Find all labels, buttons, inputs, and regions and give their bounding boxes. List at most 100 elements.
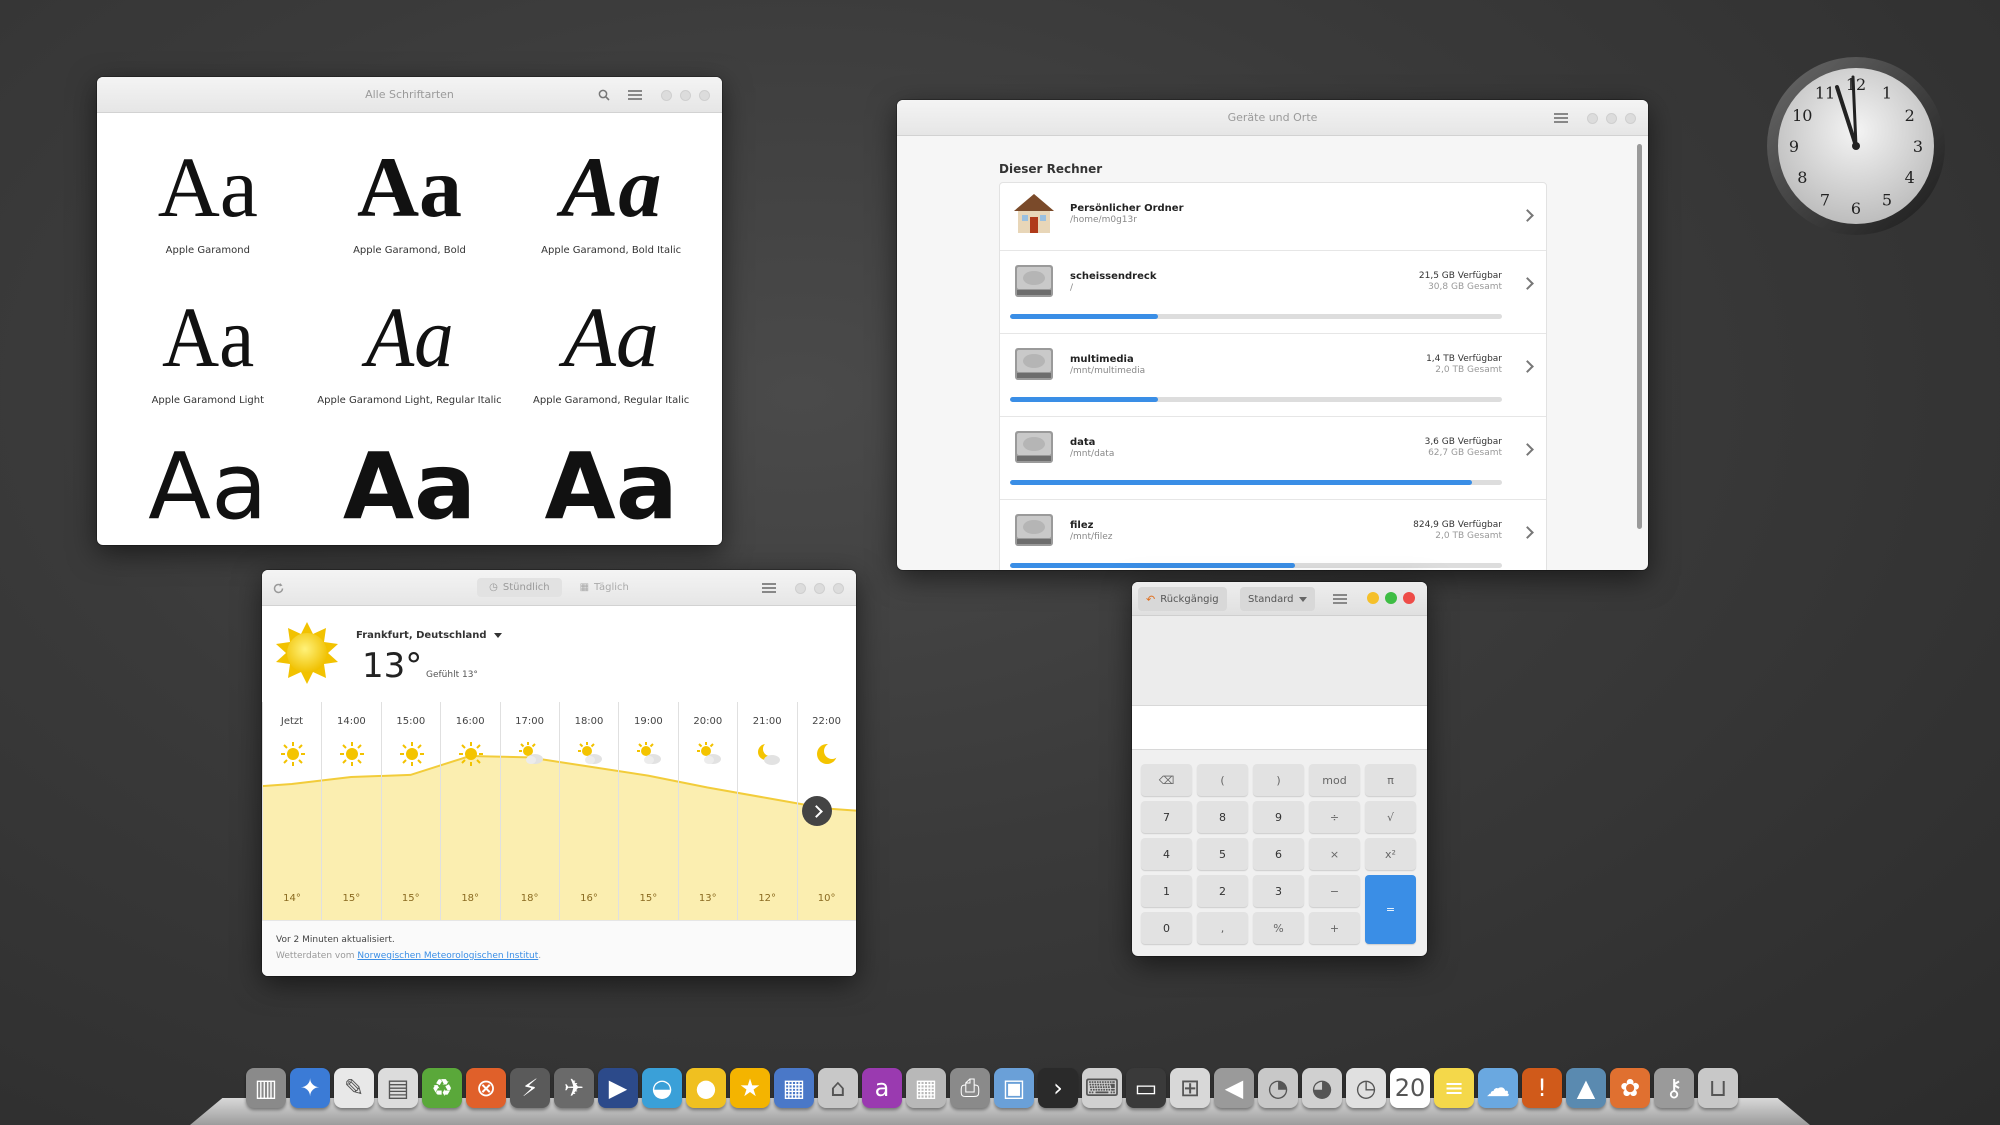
calc-key[interactable]: x²	[1365, 838, 1416, 870]
font-preview[interactable]: Aa Apple Garamond	[107, 133, 309, 283]
next-hours-button[interactable]	[802, 796, 832, 826]
window-icon[interactable]: ▭	[1126, 1068, 1166, 1108]
device-row[interactable]: Persönlicher Ordner/home/m0g13r	[1000, 183, 1546, 251]
close-button[interactable]	[1625, 113, 1636, 124]
undo-button[interactable]: ↶ Rückgängig	[1138, 587, 1227, 611]
archive-icon[interactable]: ▦	[774, 1068, 814, 1108]
calc-key[interactable]: ⌫	[1141, 764, 1192, 796]
hamburger-menu-icon[interactable]	[1554, 113, 1568, 123]
calc-key[interactable]: 5	[1197, 838, 1248, 870]
calc-key[interactable]: )	[1253, 764, 1304, 796]
minimize-button[interactable]	[1587, 113, 1598, 124]
notes-icon[interactable]: ≡	[1434, 1068, 1474, 1108]
calc-key[interactable]: 8	[1197, 801, 1248, 833]
lifebuoy-icon[interactable]: ⊗	[466, 1068, 506, 1108]
speaker-icon[interactable]: ◀	[1214, 1068, 1254, 1108]
calc-key[interactable]: ,	[1197, 912, 1248, 944]
tab-daily[interactable]: ▦ Täglich	[568, 578, 641, 597]
calc-key[interactable]: =	[1365, 875, 1416, 944]
clock-icon[interactable]: ◷	[1346, 1068, 1386, 1108]
location-selector[interactable]: Frankfurt, Deutschland	[356, 630, 503, 641]
mode-selector[interactable]: Standard	[1240, 587, 1315, 611]
device-row[interactable]: scheissendreck/ 21,5 GB Verfügbar 30,8 GB …	[1000, 251, 1546, 334]
calc-key[interactable]: ×	[1309, 838, 1360, 870]
calc-key[interactable]: 9	[1253, 801, 1304, 833]
font-preview[interactable]: Aa Apple Garamond, Bold Italic	[510, 133, 712, 283]
minimize-button[interactable]	[1367, 592, 1379, 604]
weather-titlebar[interactable]: ◷ Stündlich ▦ Täglich	[262, 570, 856, 606]
bug-icon[interactable]: ✿	[1610, 1068, 1650, 1108]
keys-icon[interactable]: ⚷	[1654, 1068, 1694, 1108]
hamburger-menu-icon[interactable]	[1333, 594, 1347, 604]
close-button[interactable]	[699, 90, 710, 101]
star-icon[interactable]: ★	[730, 1068, 770, 1108]
device-row[interactable]: multimedia/mnt/multimedia 1,4 TB Verfügba…	[1000, 334, 1546, 417]
calc-key[interactable]: 4	[1141, 838, 1192, 870]
calc-key[interactable]: (	[1197, 764, 1248, 796]
search-icon[interactable]	[598, 89, 610, 101]
plane-icon[interactable]: ✈	[554, 1068, 594, 1108]
scrollbar[interactable]	[1637, 144, 1642, 529]
calc-key[interactable]: −	[1309, 875, 1360, 907]
football-icon[interactable]: !	[1522, 1068, 1562, 1108]
fonts-titlebar[interactable]: Alle Schriftarten	[97, 77, 722, 113]
gauge-icon[interactable]: ◔	[1258, 1068, 1298, 1108]
calc-key[interactable]: √	[1365, 801, 1416, 833]
calc-key[interactable]: 1	[1141, 875, 1192, 907]
font-preview[interactable]: Aa Apple Garamond Light, Regular Italic	[309, 283, 511, 433]
calc-key[interactable]: %	[1253, 912, 1304, 944]
safari-icon[interactable]: ✦	[290, 1068, 330, 1108]
minimize-button[interactable]	[661, 90, 672, 101]
tub-icon[interactable]: ◒	[642, 1068, 682, 1108]
terminal-icon[interactable]: ›	[1038, 1068, 1078, 1108]
device-row[interactable]: filez/mnt/filez 824,9 GB Verfügbar 2,0 TB …	[1000, 500, 1546, 570]
calc-key[interactable]: 0	[1141, 912, 1192, 944]
font-preview[interactable]: Aa Apple Garamond, Regular Italic	[510, 283, 712, 433]
calc-key[interactable]: 7	[1141, 801, 1192, 833]
close-button[interactable]	[833, 583, 844, 594]
duck-icon[interactable]: ●	[686, 1068, 726, 1108]
printer-icon[interactable]: ⎙	[950, 1068, 990, 1108]
font-preview[interactable]: Aa Apple Garamond Light	[107, 283, 309, 433]
font-preview[interactable]: Aa	[309, 433, 511, 545]
calc-key[interactable]: +	[1309, 912, 1360, 944]
trash-icon[interactable]: ⊔	[1698, 1068, 1738, 1108]
books-icon[interactable]: ▥	[246, 1068, 286, 1108]
close-button[interactable]	[1403, 592, 1415, 604]
calculator-titlebar[interactable]: ↶ Rückgängig Standard	[1132, 582, 1427, 616]
calc-key[interactable]: ÷	[1309, 801, 1360, 833]
maximize-button[interactable]	[1385, 592, 1397, 604]
font-book-icon[interactable]: a	[862, 1068, 902, 1108]
maximize-button[interactable]	[814, 583, 825, 594]
calendar-icon[interactable]: 20	[1390, 1068, 1430, 1108]
speedometer-icon[interactable]: ◕	[1302, 1068, 1342, 1108]
hamburger-menu-icon[interactable]	[762, 583, 776, 593]
calc-key[interactable]: 2	[1197, 875, 1248, 907]
calc-key[interactable]: 3	[1253, 875, 1304, 907]
calc-key[interactable]: mod	[1309, 764, 1360, 796]
maximize-button[interactable]	[680, 90, 691, 101]
calculator-icon[interactable]: ▦	[906, 1068, 946, 1108]
minimize-button[interactable]	[795, 583, 806, 594]
clapper-icon[interactable]: ⊞	[1170, 1068, 1210, 1108]
weather-icon[interactable]: ☁	[1478, 1068, 1518, 1108]
calc-key[interactable]: 6	[1253, 838, 1304, 870]
recycle-icon[interactable]: ♻	[422, 1068, 462, 1108]
home-icon[interactable]: ⌂	[818, 1068, 858, 1108]
source-link[interactable]: Norwegischen Meteorologischen Institut	[357, 951, 538, 961]
text-editor-icon[interactable]: ✎	[334, 1068, 374, 1108]
finder-icon[interactable]: ▣	[994, 1068, 1034, 1108]
devices-titlebar[interactable]: Geräte und Orte	[897, 100, 1648, 136]
video-icon[interactable]: ▶	[598, 1068, 638, 1108]
lightning-icon[interactable]: ⚡	[510, 1068, 550, 1108]
calculator-input[interactable]	[1132, 706, 1427, 750]
maximize-button[interactable]	[1606, 113, 1617, 124]
hamburger-menu-icon[interactable]	[628, 90, 642, 100]
font-preview[interactable]: Aa	[107, 433, 309, 545]
news-icon[interactable]: ▤	[378, 1068, 418, 1108]
tab-hourly[interactable]: ◷ Stündlich	[477, 578, 562, 597]
font-preview[interactable]: Aa	[510, 433, 712, 545]
screen-icon[interactable]: ▲	[1566, 1068, 1606, 1108]
device-row[interactable]: data/mnt/data 3,6 GB Verfügbar 62,7 GB Ges…	[1000, 417, 1546, 500]
keyboard-icon[interactable]: ⌨	[1082, 1068, 1122, 1108]
